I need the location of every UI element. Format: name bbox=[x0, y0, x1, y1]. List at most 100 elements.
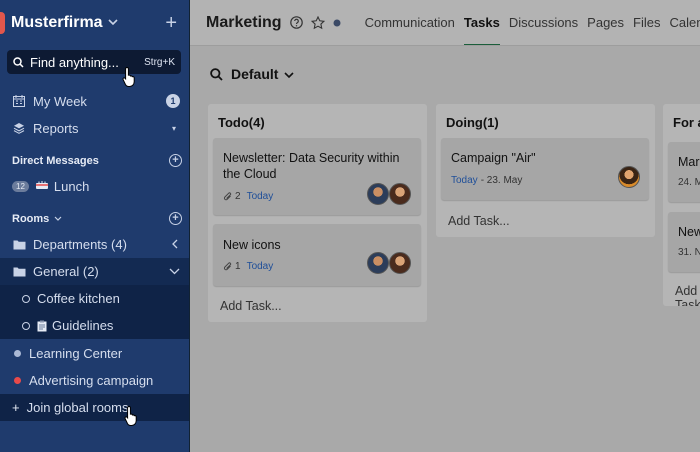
tab-communication[interactable]: Communication bbox=[365, 0, 455, 45]
board-column-todo: Todo(4) Newsletter: Data Security within… bbox=[208, 104, 427, 322]
column-title: Doing(1) bbox=[446, 115, 499, 130]
section-title: Direct Messages bbox=[12, 154, 99, 167]
avatar bbox=[367, 183, 389, 205]
task-card[interactable]: New icons 1 Today bbox=[213, 224, 421, 286]
add-task-button[interactable]: Add Task... bbox=[220, 299, 282, 313]
task-title: Mar bbox=[678, 155, 700, 169]
tab-discussions[interactable]: Discussions bbox=[509, 0, 578, 45]
sidebar-item-lunch[interactable]: 12 Lunch bbox=[0, 173, 189, 199]
sidebar: Musterfirma + Find anything... Strg+K My… bbox=[0, 0, 190, 452]
add-task-button[interactable]: Add Task... bbox=[448, 214, 510, 228]
rooms-heading: Rooms + bbox=[12, 212, 182, 225]
org-name[interactable]: Musterfirma bbox=[11, 14, 103, 32]
sidebar-item-learning-center[interactable]: Learning Center bbox=[0, 340, 189, 366]
sidebar-item-label: Departments (4) bbox=[33, 236, 127, 252]
chevron-down-icon[interactable] bbox=[108, 17, 118, 29]
tab-tasks[interactable]: Tasks bbox=[463, 0, 500, 45]
paperclip-icon bbox=[223, 191, 232, 200]
avatar bbox=[389, 252, 411, 274]
sidebar-item-label: General (2) bbox=[33, 264, 99, 279]
due-date: 31. N bbox=[678, 247, 700, 258]
view-name: Default bbox=[231, 66, 279, 82]
search-icon bbox=[210, 67, 223, 81]
chevron-down-icon[interactable] bbox=[284, 66, 295, 82]
avatar bbox=[389, 183, 411, 205]
hand-cursor-icon bbox=[122, 66, 135, 87]
layers-icon bbox=[12, 121, 26, 135]
task-title: New icons bbox=[223, 238, 281, 252]
tab-pages[interactable]: Pages bbox=[587, 0, 624, 45]
sidebar-item-reports[interactable]: Reports ▾ bbox=[0, 115, 189, 141]
folder-icon bbox=[12, 237, 26, 251]
add-icon[interactable]: + bbox=[165, 13, 177, 33]
sidebar-item-label: Guidelines bbox=[52, 318, 114, 333]
attachment-count: 2 bbox=[235, 191, 241, 202]
caret-down-icon[interactable]: ▾ bbox=[172, 124, 176, 133]
view-selector[interactable]: Default bbox=[210, 66, 295, 82]
chevron-left-icon[interactable] bbox=[172, 239, 178, 249]
column-title: Todo(4) bbox=[218, 115, 265, 130]
sidebar-header: Musterfirma + bbox=[0, 0, 189, 46]
clipboard-icon bbox=[37, 320, 47, 332]
sidebar-item-departments[interactable]: Departments (4) bbox=[0, 231, 189, 257]
notification-badge: 1 bbox=[166, 94, 180, 108]
main-panel: Marketing Communication Tasks Discussion… bbox=[190, 0, 700, 452]
add-task-button[interactable]: Add Task... bbox=[675, 284, 700, 306]
org-logo bbox=[0, 12, 5, 34]
join-global-rooms-button[interactable]: + Join global rooms bbox=[0, 394, 189, 421]
sidebar-item-general[interactable]: General (2) bbox=[0, 258, 189, 285]
sidebar-item-label: Learning Center bbox=[29, 345, 123, 361]
section-title: Rooms bbox=[12, 212, 50, 225]
task-title: Campaign "Air" bbox=[451, 151, 536, 165]
tab-files[interactable]: Files bbox=[633, 0, 660, 45]
due-date-range: - 23. May bbox=[480, 175, 523, 186]
column-title: For a bbox=[673, 115, 700, 130]
search-bar[interactable]: Find anything... Strg+K bbox=[7, 50, 181, 74]
direct-messages-heading: Direct Messages + bbox=[12, 154, 182, 167]
task-title: New bbox=[678, 225, 700, 239]
due-date: Today bbox=[451, 175, 478, 186]
add-room-icon[interactable]: + bbox=[169, 212, 182, 225]
sidebar-item-advertising-campaign[interactable]: Advertising campaign bbox=[0, 367, 189, 393]
due-date: 24. M bbox=[678, 177, 700, 188]
page-title: Marketing bbox=[206, 13, 282, 31]
task-meta: 1 Today bbox=[223, 261, 273, 272]
task-card[interactable]: New 31. N bbox=[668, 212, 700, 272]
sidebar-item-label: Lunch bbox=[53, 178, 90, 194]
sidebar-item-label: Coffee kitchen bbox=[37, 291, 120, 306]
room-dot-icon bbox=[14, 349, 21, 357]
search-icon bbox=[13, 56, 24, 68]
due-date: Today bbox=[246, 191, 274, 202]
sidebar-item-guidelines[interactable]: Guidelines bbox=[0, 312, 189, 339]
chevron-down-icon[interactable] bbox=[169, 268, 180, 275]
hand-cursor-icon bbox=[124, 405, 137, 426]
star-icon[interactable] bbox=[310, 15, 325, 30]
help-icon[interactable] bbox=[289, 16, 303, 29]
add-direct-message-icon[interactable]: + bbox=[169, 154, 182, 167]
sidebar-item-label: Reports bbox=[33, 120, 79, 136]
room-status-icon bbox=[22, 321, 30, 330]
task-card[interactable]: Newsletter: Data Security within the Clo… bbox=[213, 138, 421, 215]
unread-count: 12 bbox=[12, 180, 29, 192]
folder-icon bbox=[12, 265, 26, 279]
task-card[interactable]: Campaign "Air" Today - 23. May bbox=[441, 138, 649, 200]
sidebar-item-label: My Week bbox=[33, 93, 87, 109]
search-input[interactable]: Find anything... bbox=[30, 55, 119, 70]
join-label: Join global rooms bbox=[26, 400, 129, 415]
attachment-count: 1 bbox=[235, 261, 241, 272]
sidebar-item-coffee-kitchen[interactable]: Coffee kitchen bbox=[0, 285, 189, 312]
plus-icon: + bbox=[12, 400, 20, 415]
chevron-down-icon[interactable] bbox=[54, 216, 62, 221]
room-dot-icon bbox=[14, 376, 21, 384]
plate-icon bbox=[35, 180, 49, 192]
task-meta: Today - 23. May bbox=[451, 175, 522, 186]
paperclip-icon bbox=[223, 261, 232, 270]
due-date: Today bbox=[246, 261, 274, 272]
task-card[interactable]: Mar 24. M bbox=[668, 142, 700, 202]
sidebar-item-my-week[interactable]: My Week 1 bbox=[0, 88, 189, 114]
task-meta: 2 Today bbox=[223, 191, 273, 202]
tab-calendar[interactable]: Calendar bbox=[670, 0, 700, 45]
task-title: Newsletter: Data Security within the Clo… bbox=[223, 150, 399, 182]
board-column-doing: Doing(1) Campaign "Air" Today - 23. May … bbox=[436, 104, 655, 237]
avatar bbox=[367, 252, 389, 274]
